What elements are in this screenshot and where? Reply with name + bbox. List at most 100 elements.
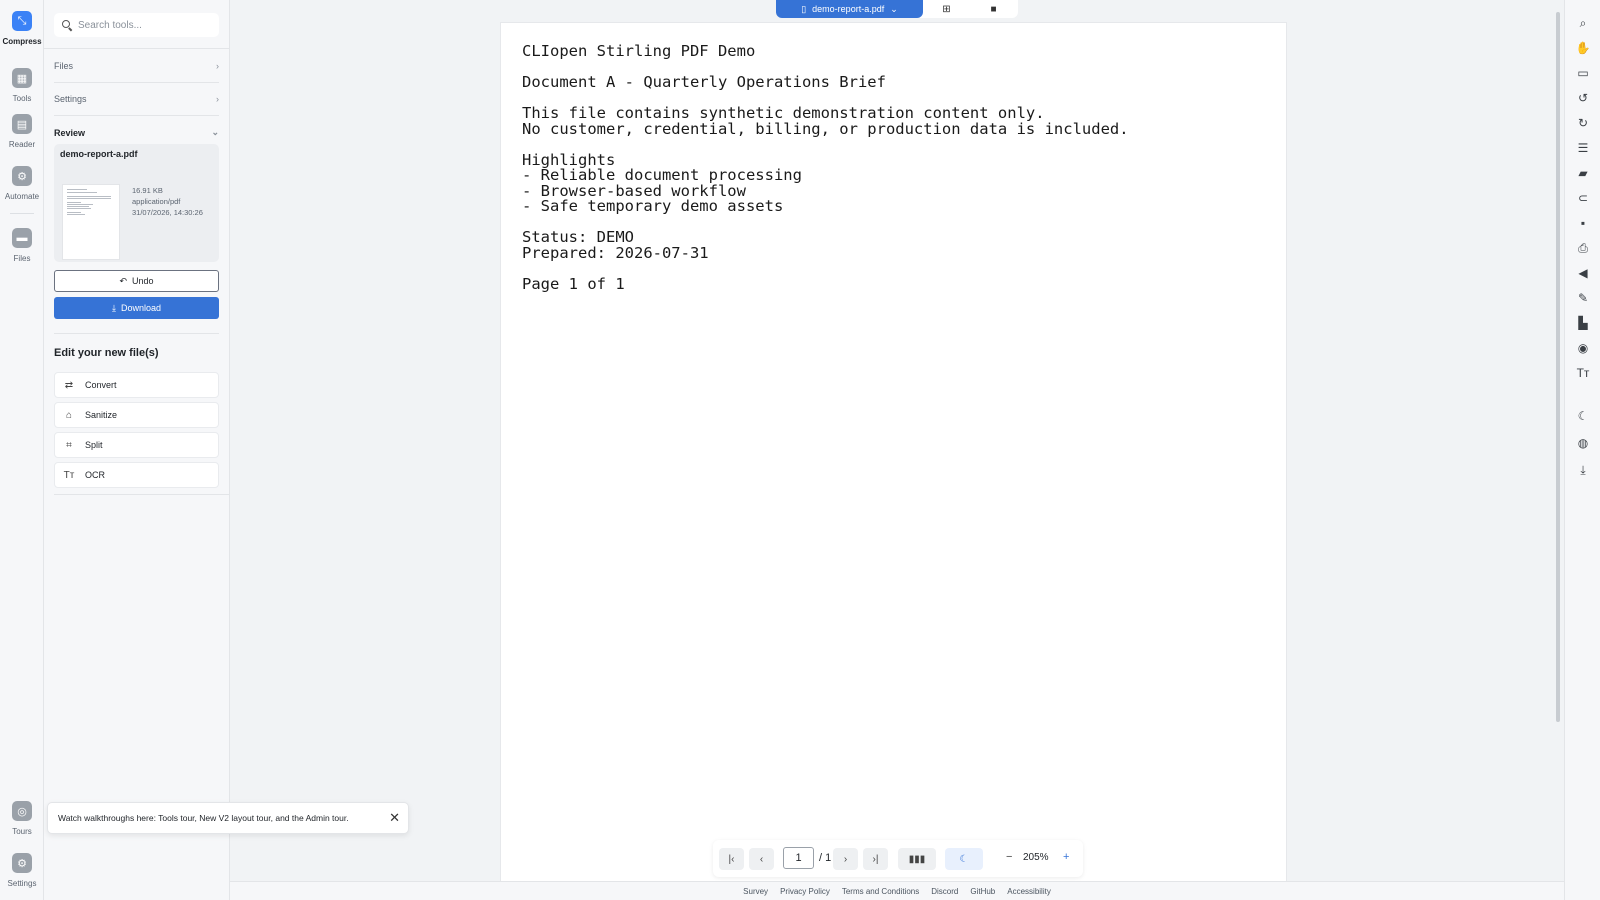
section-divider: [54, 115, 219, 116]
rail-files[interactable]: ▬ Files: [0, 228, 44, 263]
chevron-down-icon: ⌄: [890, 3, 898, 14]
edit-ocr-button[interactable]: Tт OCR: [54, 462, 219, 488]
chevron-right-icon: ›: [843, 853, 848, 865]
section-review[interactable]: Review ⌄: [54, 127, 219, 138]
hand-icon: ✋: [1575, 41, 1591, 55]
search-box[interactable]: [54, 13, 219, 37]
footer-link-terms[interactable]: Terms and Conditions: [842, 887, 919, 896]
bookmark-button[interactable]: ▰: [1565, 164, 1600, 182]
file-date: 31/07/2026, 14:30:26: [132, 208, 203, 217]
first-page-icon: |‹: [728, 853, 735, 865]
page-total: / 1: [819, 852, 832, 864]
speaker-button[interactable]: ◀: [1565, 264, 1600, 282]
rotate-right-icon: ↻: [1577, 116, 1589, 130]
automate-icon: ⚙: [12, 166, 32, 186]
file-bar: ▯ demo-report-a.pdf ⌄ ⊞ ■: [776, 0, 1018, 18]
edit-sanitize-button[interactable]: ⌂ Sanitize: [54, 402, 219, 428]
undo-icon: ↶: [119, 275, 128, 286]
panel-divider: [44, 48, 230, 49]
section-settings[interactable]: Settings ›: [54, 94, 219, 104]
rail-reader[interactable]: ▤ Reader: [0, 114, 44, 149]
language-button[interactable]: ◍: [1565, 434, 1600, 452]
folder-icon: ■: [990, 3, 997, 15]
rail-tools-label: Tools: [12, 94, 32, 103]
rotate-right-button[interactable]: ↻: [1565, 114, 1600, 132]
rail-tours[interactable]: ◎ Tours: [0, 801, 44, 836]
print-button[interactable]: ⎙: [1565, 239, 1600, 257]
moon-icon: ☾: [1577, 409, 1589, 423]
pan-button[interactable]: ✋: [1565, 39, 1600, 57]
text-button[interactable]: Tт: [1565, 364, 1600, 382]
first-page-button[interactable]: |‹: [719, 848, 744, 870]
footer-link-discord[interactable]: Discord: [931, 887, 958, 896]
file-selector[interactable]: ▯ demo-report-a.pdf ⌄: [776, 0, 923, 18]
dual-page-button[interactable]: ▮▮▮: [898, 848, 936, 870]
search-icon: ⌕: [1579, 15, 1587, 30]
sign-button[interactable]: ▙: [1565, 314, 1600, 332]
close-icon[interactable]: ✕: [389, 810, 400, 826]
scrollbar[interactable]: [1556, 12, 1560, 722]
edit-title: Edit your new file(s): [54, 347, 159, 359]
grid-view-button[interactable]: ⊞: [923, 0, 970, 18]
next-page-button[interactable]: ›: [833, 848, 858, 870]
rail-tools[interactable]: ▦ Tools: [0, 68, 44, 103]
draw-button[interactable]: ✎: [1565, 289, 1600, 307]
rotate-left-button[interactable]: ↺: [1565, 89, 1600, 107]
download-button-right[interactable]: ⤓: [1565, 461, 1600, 479]
right-toolbar: ⌕ ✋ ▭ ↺ ↻ ☰ ▰ ⊂ ▪ ⎙ ◀ ✎ ▙ ◉ Tт ☾ ◍ ⤓: [1564, 0, 1600, 900]
zoom-out-button[interactable]: −: [1006, 851, 1012, 863]
document-icon: ▯: [801, 3, 807, 14]
footer-link-survey[interactable]: Survey: [743, 887, 768, 896]
broom-icon: ⌂: [65, 409, 73, 421]
section-review-label: Review: [54, 127, 86, 138]
panel-divider: [54, 494, 230, 495]
rail-reader-label: Reader: [8, 140, 36, 149]
comment-button[interactable]: ▪: [1565, 214, 1600, 232]
file-thumbnail[interactable]: [62, 184, 120, 260]
ruler-button[interactable]: ▭: [1565, 64, 1600, 82]
left-rail: ⤡ Compress ▦ Tools ▤ Reader ⚙ Automate ▬…: [0, 0, 44, 900]
section-files[interactable]: Files ›: [54, 61, 219, 71]
crop-icon: ⌗: [66, 439, 72, 451]
list-button[interactable]: ☰: [1565, 139, 1600, 157]
theme-button[interactable]: ☾: [1565, 407, 1600, 425]
rail-compress[interactable]: ⤡ Compress: [0, 11, 44, 46]
footer-link-accessibility[interactable]: Accessibility: [1007, 887, 1051, 896]
view-button[interactable]: ◉: [1565, 339, 1600, 357]
download-icon: ⤓: [111, 302, 116, 313]
footer-link-github[interactable]: GitHub: [970, 887, 995, 896]
folder-button[interactable]: ■: [970, 0, 1017, 18]
rail-automate-label: Automate: [4, 192, 40, 201]
rail-automate[interactable]: ⚙ Automate: [0, 166, 44, 201]
section-settings-label: Settings: [54, 94, 87, 104]
text-icon: Tт: [63, 469, 75, 481]
download-button[interactable]: ⤓ Download: [54, 297, 219, 319]
eye-icon: ◉: [1577, 341, 1589, 355]
rail-files-label: Files: [13, 254, 31, 263]
page-navigation: |‹ ‹ / 1 › ›| ▮▮▮ ☾ − 205% +: [713, 840, 1083, 877]
footer: Survey Privacy Policy Terms and Conditio…: [230, 881, 1564, 900]
edit-split-button[interactable]: ⌗ Split: [54, 432, 219, 458]
search-button[interactable]: ⌕: [1565, 14, 1600, 32]
section-divider: [54, 82, 219, 83]
last-page-button[interactable]: ›|: [863, 848, 888, 870]
compass-icon: ◎: [12, 801, 32, 821]
search-input[interactable]: [78, 19, 208, 31]
attachment-button[interactable]: ⊂: [1565, 189, 1600, 207]
undo-button[interactable]: ↶ Undo: [54, 270, 219, 292]
pdf-text-line: Page 1 of 1: [522, 274, 625, 293]
rail-tours-label: Tours: [12, 827, 32, 836]
zoom-in-button[interactable]: +: [1063, 851, 1069, 863]
printer-icon: ⎙: [1578, 240, 1588, 255]
folder-icon: ▬: [12, 228, 32, 248]
compress-icon: ⤡: [12, 11, 32, 31]
rail-settings[interactable]: ⚙ Settings: [0, 853, 44, 888]
edit-convert-label: Convert: [85, 380, 117, 390]
prev-page-button[interactable]: ‹: [749, 848, 774, 870]
panel-divider: [54, 333, 219, 334]
page-input[interactable]: [783, 847, 814, 869]
theme-toggle-button[interactable]: ☾: [945, 848, 983, 870]
file-size: 16.91 KB: [132, 186, 163, 195]
footer-link-privacy[interactable]: Privacy Policy: [780, 887, 830, 896]
edit-convert-button[interactable]: ⇄ Convert: [54, 372, 219, 398]
